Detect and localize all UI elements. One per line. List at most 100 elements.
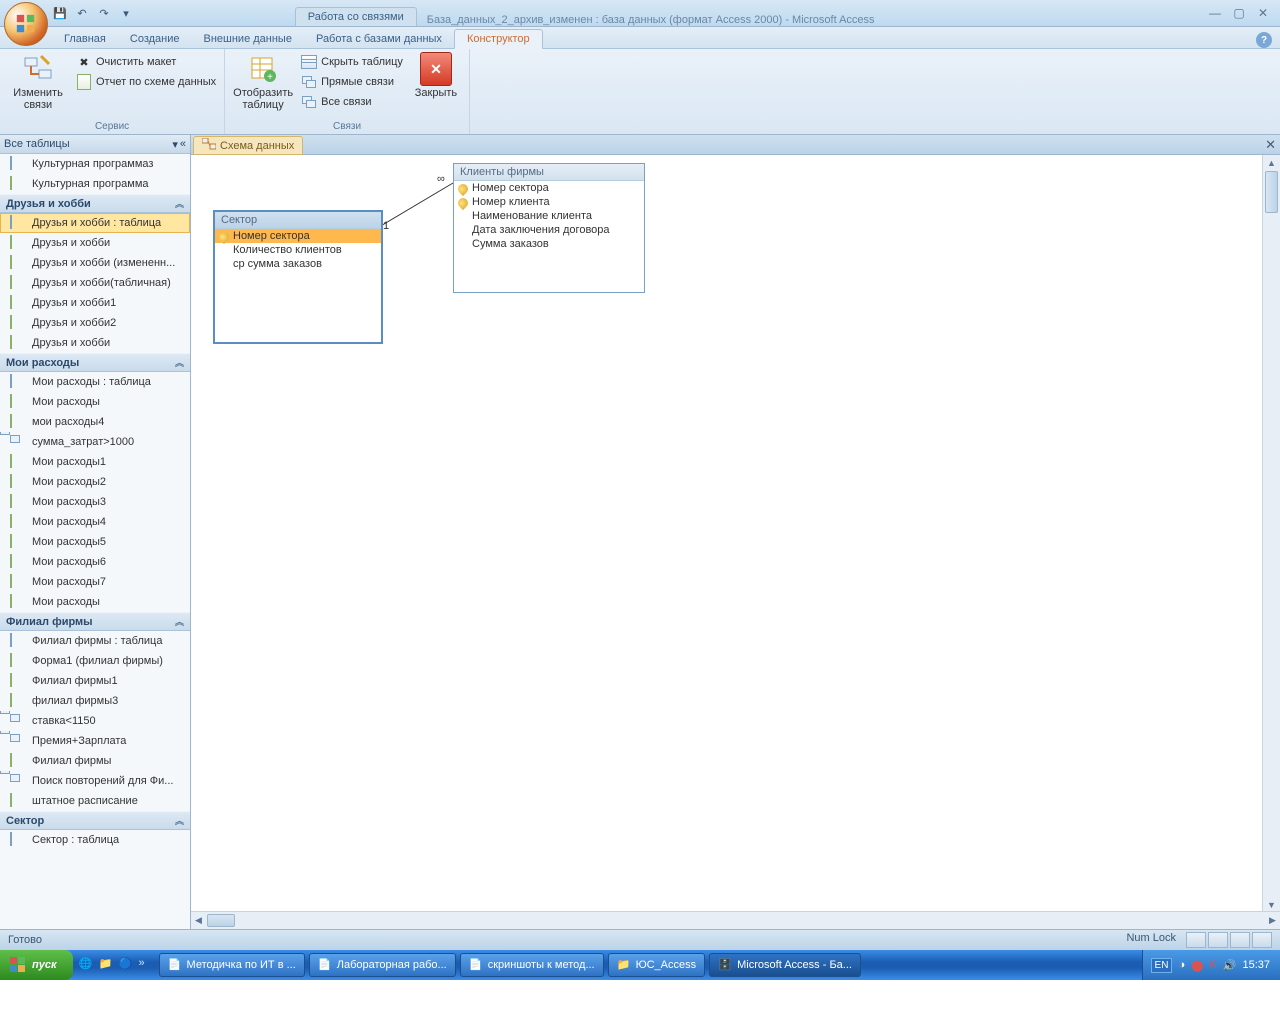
nav-item[interactable]: Мои расходы3: [0, 492, 190, 512]
close-window-button[interactable]: ✕: [1254, 6, 1272, 20]
view-design-icon[interactable]: [1208, 932, 1228, 948]
nav-item[interactable]: Мои расходы5: [0, 532, 190, 552]
document-close-button[interactable]: ✕: [1265, 137, 1276, 153]
ql-media-icon[interactable]: 🔵: [119, 957, 135, 973]
nav-group-header[interactable]: Мои расходы︽: [0, 353, 190, 372]
table-box-clients[interactable]: Клиенты фирмы Номер сектораНомер клиента…: [453, 163, 645, 293]
start-button[interactable]: пуск: [0, 950, 73, 980]
scroll-left-icon[interactable]: ◀: [191, 915, 206, 926]
nav-item[interactable]: Друзья и хобби: [0, 333, 190, 353]
redo-icon[interactable]: ↷: [96, 5, 112, 21]
nav-item[interactable]: Друзья и хобби : таблица: [0, 213, 190, 233]
ribbon-tab-home[interactable]: Главная: [52, 30, 118, 48]
canvas-vertical-scrollbar[interactable]: ▲ ▼: [1262, 155, 1280, 912]
nav-item[interactable]: Культурная программаз: [0, 154, 190, 174]
undo-icon[interactable]: ↶: [74, 5, 90, 21]
ribbon-tab-dbtools[interactable]: Работа с базами данных: [304, 30, 454, 48]
nav-item[interactable]: Премия+Зарплата: [0, 731, 190, 751]
clock[interactable]: 15:37: [1242, 959, 1270, 971]
view-buttons[interactable]: [1186, 932, 1272, 948]
nav-collapse-icon[interactable]: «: [180, 138, 186, 151]
nav-dropdown-icon[interactable]: ▾: [172, 138, 178, 151]
nav-item[interactable]: Друзья и хобби: [0, 233, 190, 253]
view-form-icon[interactable]: [1252, 932, 1272, 948]
nav-item[interactable]: Мои расходы: [0, 592, 190, 612]
nav-item[interactable]: Филиал фирмы : таблица: [0, 631, 190, 651]
tray-icon[interactable]: K: [1209, 959, 1216, 971]
relationship-report-button[interactable]: Отчет по схеме данных: [74, 73, 218, 91]
scroll-thumb[interactable]: [1265, 171, 1278, 213]
ribbon-tab-external[interactable]: Внешние данные: [192, 30, 304, 48]
tray-icon[interactable]: ◑: [1178, 959, 1185, 971]
edit-relationships-button[interactable]: Изменить связи: [6, 51, 70, 113]
nav-item[interactable]: Друзья и хобби(табличная): [0, 273, 190, 293]
taskbar-item[interactable]: 📄скриншоты к метод...: [460, 953, 604, 977]
ql-chevron-icon[interactable]: »: [139, 957, 155, 973]
nav-item[interactable]: Культурная программа: [0, 174, 190, 194]
table-field[interactable]: Наименование клиента: [454, 209, 644, 223]
help-button[interactable]: ?: [1256, 32, 1272, 48]
nav-item[interactable]: Поиск повторений для Фи...: [0, 771, 190, 791]
nav-item[interactable]: Мои расходы7: [0, 572, 190, 592]
nav-group-header[interactable]: Сектор︽: [0, 811, 190, 830]
scroll-down-icon[interactable]: ▼: [1263, 897, 1280, 912]
nav-item[interactable]: штатное расписание: [0, 791, 190, 811]
table-field[interactable]: Номер сектора: [215, 229, 381, 243]
taskbar-item[interactable]: 📄Лабораторная рабо...: [309, 953, 456, 977]
nav-item[interactable]: Сектор : таблица: [0, 830, 190, 850]
nav-item[interactable]: Мои расходы6: [0, 552, 190, 572]
scroll-right-icon[interactable]: ▶: [1265, 915, 1280, 926]
table-field[interactable]: Сумма заказов: [454, 237, 644, 251]
nav-item[interactable]: Друзья и хобби1: [0, 293, 190, 313]
nav-item[interactable]: ставка<1150: [0, 711, 190, 731]
taskbar-item[interactable]: 🗄️Microsoft Access - Ба...: [709, 953, 861, 977]
clear-layout-button[interactable]: ✖Очистить макет: [74, 53, 218, 71]
ql-explorer-icon[interactable]: 📁: [99, 957, 115, 973]
relationships-canvas[interactable]: 1 ∞ Сектор Номер сектораКоличество клиен…: [191, 155, 1280, 929]
nav-item[interactable]: Друзья и хобби (измененн...: [0, 253, 190, 273]
office-button[interactable]: [4, 2, 48, 46]
view-sql-icon[interactable]: [1230, 932, 1250, 948]
nav-item[interactable]: Мои расходы2: [0, 472, 190, 492]
minimize-button[interactable]: —: [1206, 6, 1224, 20]
show-table-button[interactable]: + Отобразить таблицу: [231, 51, 295, 113]
nav-group-header[interactable]: Друзья и хобби︽: [0, 194, 190, 213]
ribbon-tab-design[interactable]: Конструктор: [454, 29, 543, 49]
nav-item[interactable]: Мои расходы4: [0, 512, 190, 532]
qat-dropdown-icon[interactable]: ▾: [118, 5, 134, 21]
nav-item[interactable]: Форма1 (филиал фирмы): [0, 651, 190, 671]
close-button[interactable]: ✕ Закрыть: [409, 51, 463, 101]
tray-icon[interactable]: ⬤: [1191, 959, 1203, 972]
maximize-button[interactable]: ▢: [1230, 6, 1248, 20]
document-tab-relationships[interactable]: Схема данных: [193, 136, 303, 155]
language-indicator[interactable]: EN: [1151, 958, 1173, 973]
table-box-sector[interactable]: Сектор Номер сектораКоличество клиентовс…: [213, 210, 383, 344]
table-field[interactable]: Номер сектора: [454, 181, 644, 195]
nav-item[interactable]: Филиал фирмы: [0, 751, 190, 771]
nav-item[interactable]: Мои расходы : таблица: [0, 372, 190, 392]
scroll-thumb[interactable]: [207, 914, 235, 927]
nav-group-header[interactable]: Филиал фирмы︽: [0, 612, 190, 631]
direct-relationships-button[interactable]: Прямые связи: [299, 73, 405, 91]
table-field[interactable]: Количество клиентов: [215, 243, 381, 257]
table-field[interactable]: Номер клиента: [454, 195, 644, 209]
table-field[interactable]: Дата заключения договора: [454, 223, 644, 237]
scroll-up-icon[interactable]: ▲: [1263, 155, 1280, 170]
nav-item[interactable]: мои расходы4: [0, 412, 190, 432]
nav-item[interactable]: филиал фирмы3: [0, 691, 190, 711]
nav-item[interactable]: Филиал фирмы1: [0, 671, 190, 691]
tray-icon[interactable]: 🔊: [1223, 959, 1237, 972]
taskbar-item[interactable]: 📁ЮС_Access: [608, 953, 706, 977]
view-datasheet-icon[interactable]: [1186, 932, 1206, 948]
nav-item[interactable]: Друзья и хобби2: [0, 313, 190, 333]
save-icon[interactable]: 💾: [52, 5, 68, 21]
nav-pane-header[interactable]: Все таблицы ▾«: [0, 135, 190, 154]
ql-desktop-icon[interactable]: 🌐: [79, 957, 95, 973]
ribbon-tab-create[interactable]: Создание: [118, 30, 192, 48]
all-relationships-button[interactable]: Все связи: [299, 93, 405, 111]
table-field[interactable]: ср сумма заказов: [215, 257, 381, 271]
taskbar-item[interactable]: 📄Методичка по ИТ в ...: [159, 953, 305, 977]
nav-item[interactable]: сумма_затрат>1000: [0, 432, 190, 452]
canvas-horizontal-scrollbar[interactable]: ◀ ▶: [191, 911, 1280, 929]
nav-item[interactable]: Мои расходы1: [0, 452, 190, 472]
